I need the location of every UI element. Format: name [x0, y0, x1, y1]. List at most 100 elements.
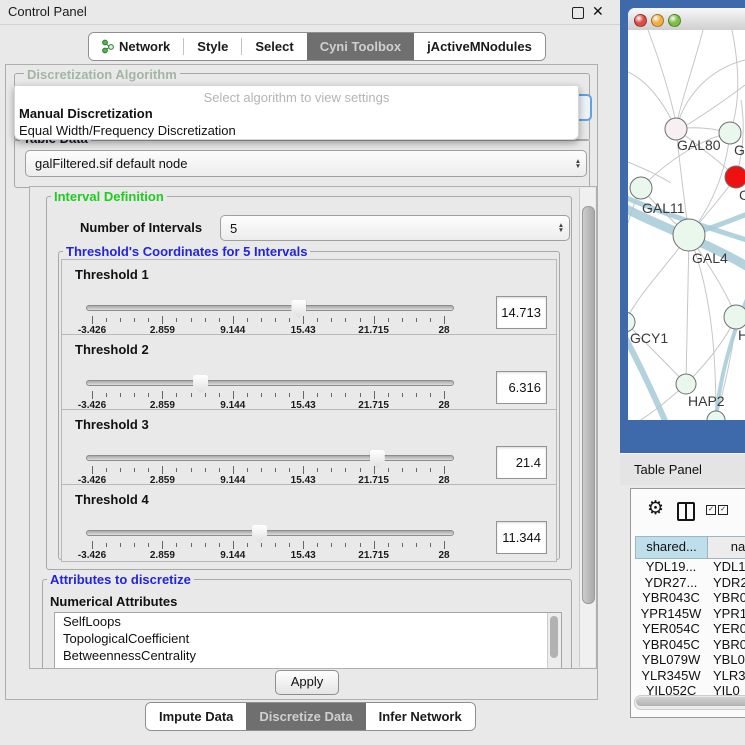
- table-header-row: shared...na: [635, 536, 745, 559]
- table-data-value: galFiltered.sif default node: [26, 156, 570, 171]
- num-intervals-select[interactable]: 5 ▲▼: [220, 215, 570, 241]
- tab-network[interactable]: Network: [89, 33, 183, 60]
- table-cell: YBR0: [707, 637, 745, 653]
- mac-zoom-button[interactable]: [668, 14, 681, 27]
- settings-scrollbar[interactable]: [579, 188, 595, 667]
- spinner-icon: ▲▼: [553, 223, 569, 233]
- split-panel-icon[interactable]: [677, 502, 695, 521]
- table-cell: YLR345W: [635, 668, 707, 684]
- float-window-icon[interactable]: [572, 7, 584, 19]
- settings-scrollpane: Interval Definition Number of Intervals …: [29, 186, 597, 669]
- network-node-hap2[interactable]: [676, 374, 696, 394]
- table-row[interactable]: YDL19...YDL1: [635, 559, 745, 575]
- table-row[interactable]: YER054CYER0: [635, 621, 745, 637]
- interval-group-title: Interval Definition: [51, 189, 167, 204]
- tab-discretize-data[interactable]: Discretize Data: [246, 703, 365, 730]
- tab-label: jActiveMNodules: [427, 39, 532, 54]
- slider-track[interactable]: [86, 530, 454, 536]
- bottom-tabbar: Impute DataDiscretize DataInfer Network: [145, 702, 476, 731]
- node-label: GAL4: [692, 250, 728, 266]
- tab-jactivemnodules[interactable]: jActiveMNodules: [414, 33, 545, 60]
- tab-impute-data[interactable]: Impute Data: [146, 703, 246, 730]
- network-node-g[interactable]: [719, 122, 741, 144]
- table-row[interactable]: YDR27...YDR2: [635, 575, 745, 591]
- node-label: C: [739, 187, 745, 203]
- attribute-list-item[interactable]: TopologicalCoefficient: [55, 630, 561, 647]
- table-row[interactable]: YLR345WYLR3: [635, 668, 745, 684]
- gear-icon[interactable]: ⚙: [647, 497, 664, 520]
- threshold-value-field[interactable]: 6.316: [496, 371, 547, 404]
- tab-label: Network: [119, 39, 170, 54]
- numerical-attributes-label: Numerical Attributes: [50, 594, 177, 609]
- network-node-h[interactable]: [724, 305, 745, 329]
- window-title: Control Panel: [8, 4, 87, 19]
- threshold-value-field[interactable]: 14.713: [496, 296, 547, 329]
- tab-label: Select: [255, 39, 293, 54]
- algorithm-dropdown: Select algorithm to view settings Manual…: [14, 85, 579, 140]
- tab-label: Style: [197, 39, 228, 54]
- table-cell: YPR145W: [635, 606, 707, 622]
- table-data-select[interactable]: galFiltered.sif default node ▲▼: [25, 150, 587, 177]
- spinner-icon: ▲▼: [570, 159, 586, 169]
- network-window-titlebar[interactable]: [628, 8, 745, 31]
- threshold-label: Threshold 2: [75, 342, 149, 357]
- threshold-label: Threshold 3: [75, 417, 149, 432]
- tab-select[interactable]: Select: [242, 33, 306, 60]
- network-node-gal4[interactable]: [673, 219, 705, 251]
- attributes-scrollbar-thumb[interactable]: [550, 616, 558, 658]
- tick-label: 21.715: [358, 550, 389, 561]
- threshold-label: Threshold 1: [75, 267, 149, 282]
- apply-button[interactable]: Apply: [275, 670, 339, 695]
- network-node-gcy1[interactable]: [628, 312, 635, 332]
- network-node-gal11[interactable]: [630, 177, 652, 199]
- table-row[interactable]: YBR043CYBR0: [635, 590, 745, 606]
- network-node[interactable]: [707, 411, 725, 420]
- table-hscrollbar[interactable]: [634, 695, 745, 710]
- slider-track[interactable]: [86, 305, 454, 311]
- slider-tick-labels: -3.4262.8599.14415.4321.71528: [92, 550, 444, 562]
- dropdown-option[interactable]: Equal Width/Frequency Discretization: [15, 122, 578, 139]
- attribute-list-item[interactable]: SelfLoops: [55, 613, 561, 630]
- right-pane: GAL80GCGAL11GAL4GCY1HHAP2 Table Panel ⚙ …: [620, 0, 745, 745]
- attribute-list-item[interactable]: BetweennessCentrality: [55, 647, 561, 664]
- tick-label: 28: [438, 550, 449, 561]
- table-cell: YPR1: [707, 606, 745, 622]
- mac-close-button[interactable]: [634, 14, 647, 27]
- table-row[interactable]: YBR045CYBR0: [635, 637, 745, 653]
- table-panel-toolbar: ⚙ ✓✓: [631, 489, 745, 535]
- table-row[interactable]: YPR145WYPR1: [635, 606, 745, 622]
- settings-scrollbar-thumb[interactable]: [582, 206, 595, 604]
- threshold-value-field[interactable]: 21.4: [496, 446, 547, 479]
- algorithm-group-title: Discretization Algorithm: [24, 67, 180, 82]
- table-panel-header: Table Panel: [620, 453, 745, 485]
- network-node-c[interactable]: [725, 166, 745, 188]
- column-header[interactable]: na: [708, 537, 745, 558]
- threshold-panel: Threshold 1 -3.4262.8599.14415.4321.71528…: [61, 259, 557, 337]
- network-canvas[interactable]: GAL80GCGAL11GAL4GCY1HHAP2: [628, 30, 745, 420]
- table-row[interactable]: YBL079WYBL0: [635, 652, 745, 668]
- checkboxes-icon[interactable]: ✓✓: [706, 505, 728, 515]
- column-header[interactable]: shared...: [636, 537, 708, 558]
- table-cell: YBR045C: [635, 637, 707, 653]
- table-cell: YDR2: [707, 575, 745, 591]
- mac-minimize-button[interactable]: [651, 14, 664, 27]
- table-cell: YLR3: [707, 668, 745, 684]
- top-tabbar: Network Style Select Cyni Toolbox jActiveMNo…: [88, 32, 546, 61]
- dropdown-option[interactable]: Manual Discretization: [15, 105, 578, 122]
- tab-infer-network[interactable]: Infer Network: [366, 703, 475, 730]
- threshold-slider: -3.4262.8599.14415.4321.71528: [86, 525, 454, 559]
- slider-ticks: [92, 391, 444, 400]
- slider-ticks: [92, 316, 444, 325]
- threshold-slider: -3.4262.8599.14415.4321.71528: [86, 300, 454, 334]
- tab-cyni-toolbox[interactable]: Cyni Toolbox: [307, 33, 414, 60]
- table-hscrollbar-thumb[interactable]: [636, 697, 745, 706]
- table-cell: YDL19...: [635, 559, 707, 575]
- slider-track[interactable]: [86, 455, 454, 461]
- tab-style[interactable]: Style: [184, 33, 241, 60]
- threshold-value-field[interactable]: 11.344: [496, 521, 547, 554]
- network-view-window: GAL80GCGAL11GAL4GCY1HHAP2: [620, 0, 745, 453]
- table-panel: ⚙ ✓✓ shared...na YDL19...YDL1YDR27...YDR…: [630, 488, 745, 718]
- close-icon[interactable]: ✕: [592, 3, 604, 20]
- slider-track[interactable]: [86, 380, 454, 386]
- attributes-scrollbar[interactable]: [547, 613, 561, 668]
